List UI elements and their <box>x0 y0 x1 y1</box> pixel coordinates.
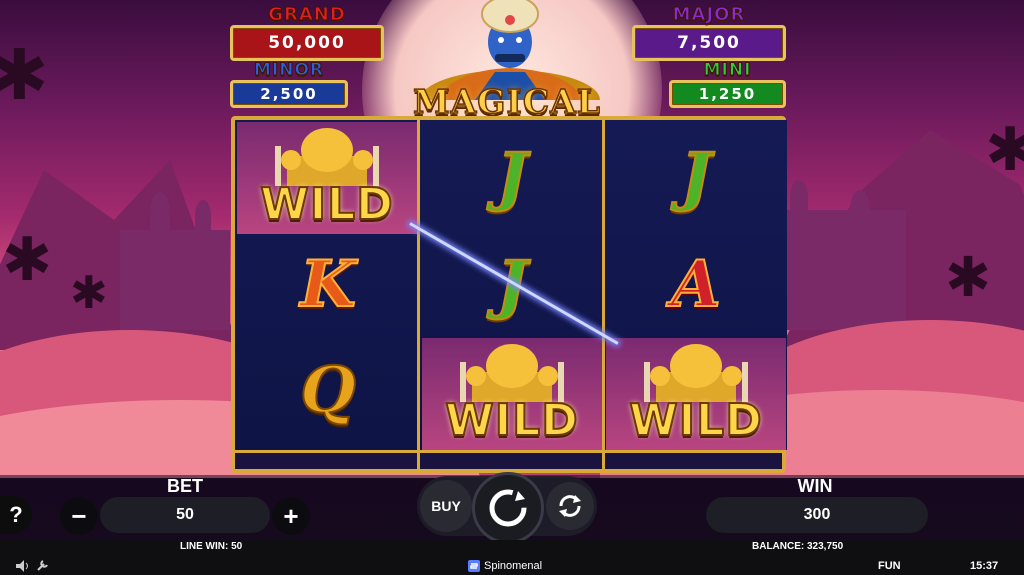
jackpot-mini: MINI 1,250 <box>669 60 786 108</box>
provider-name: Spinomenal <box>484 560 543 572</box>
wild-symbol: WILD <box>606 338 786 450</box>
palm-tree: ✱ <box>70 267 108 318</box>
palm-tree: ✱ <box>0 36 49 114</box>
clock-text: 15:37 <box>970 560 999 572</box>
palace-icon <box>275 128 379 186</box>
wild-symbol: WILD <box>422 338 602 450</box>
buy-feature-button[interactable]: BUY <box>420 480 472 532</box>
symbol-j: J <box>680 138 712 215</box>
provider: Spinomenal <box>468 560 542 572</box>
symbol-k: K <box>299 246 357 323</box>
symbol-q: Q <box>299 352 357 429</box>
palace-icon <box>644 344 748 402</box>
line-win-text: LINE WIN: 50 <box>180 541 243 552</box>
jackpot-mini-label: MINI <box>703 60 752 81</box>
jackpot-mini-value: 1,250 <box>669 80 786 108</box>
decrease-bet-button[interactable]: − <box>60 497 98 535</box>
win-label: WIN <box>797 476 833 496</box>
autoplay-icon <box>559 495 581 517</box>
wild-label: WILD <box>444 394 579 447</box>
palace-silhouette <box>786 210 906 330</box>
bet-label: BET <box>167 476 203 496</box>
palace-silhouette <box>120 230 230 330</box>
jackpot-major: MAJOR 7,500 <box>632 4 786 61</box>
win-value: 300 <box>706 497 928 533</box>
increase-bet-button[interactable]: + <box>272 497 310 535</box>
spin-icon <box>489 489 527 527</box>
jackpot-major-label: MAJOR <box>672 4 746 26</box>
palm-tree: ✱ <box>2 226 53 293</box>
mode-text: FUN <box>878 560 901 572</box>
spinomenal-logo-icon <box>468 560 480 572</box>
wild-label: WILD <box>259 178 394 231</box>
symbol-a: A <box>670 246 722 323</box>
jackpot-grand-label: GRAND <box>268 4 346 26</box>
sound-icon[interactable] <box>16 560 30 575</box>
bet-value: 50 <box>100 497 270 533</box>
wild-symbol: WILD <box>237 122 417 234</box>
jackpot-grand-value: 50,000 <box>230 25 384 61</box>
jackpot-minor-label: MINOR <box>253 60 324 81</box>
jackpot-minor-value: 2,500 <box>230 80 348 108</box>
status-bar: LINE WIN: 50 BALANCE: 323,750 Spinomenal… <box>0 540 1024 575</box>
jackpot-major-value: 7,500 <box>632 25 786 61</box>
wild-label: WILD <box>628 394 763 447</box>
symbol-j: J <box>496 138 528 215</box>
palace-icon <box>460 344 564 402</box>
jackpot-grand: GRAND 50,000 <box>230 4 384 61</box>
palm-tree: ✱ <box>985 116 1024 183</box>
autoplay-button[interactable] <box>546 482 594 530</box>
wrench-icon[interactable] <box>36 560 48 575</box>
balance-text: BALANCE: 323,750 <box>752 541 844 552</box>
spin-button[interactable] <box>472 472 544 544</box>
palm-tree: ✱ <box>945 246 992 308</box>
reels-frame: WILD K Q J J WILD J A WILD <box>231 116 787 473</box>
jackpot-minor: MINOR 2,500 <box>230 60 348 108</box>
